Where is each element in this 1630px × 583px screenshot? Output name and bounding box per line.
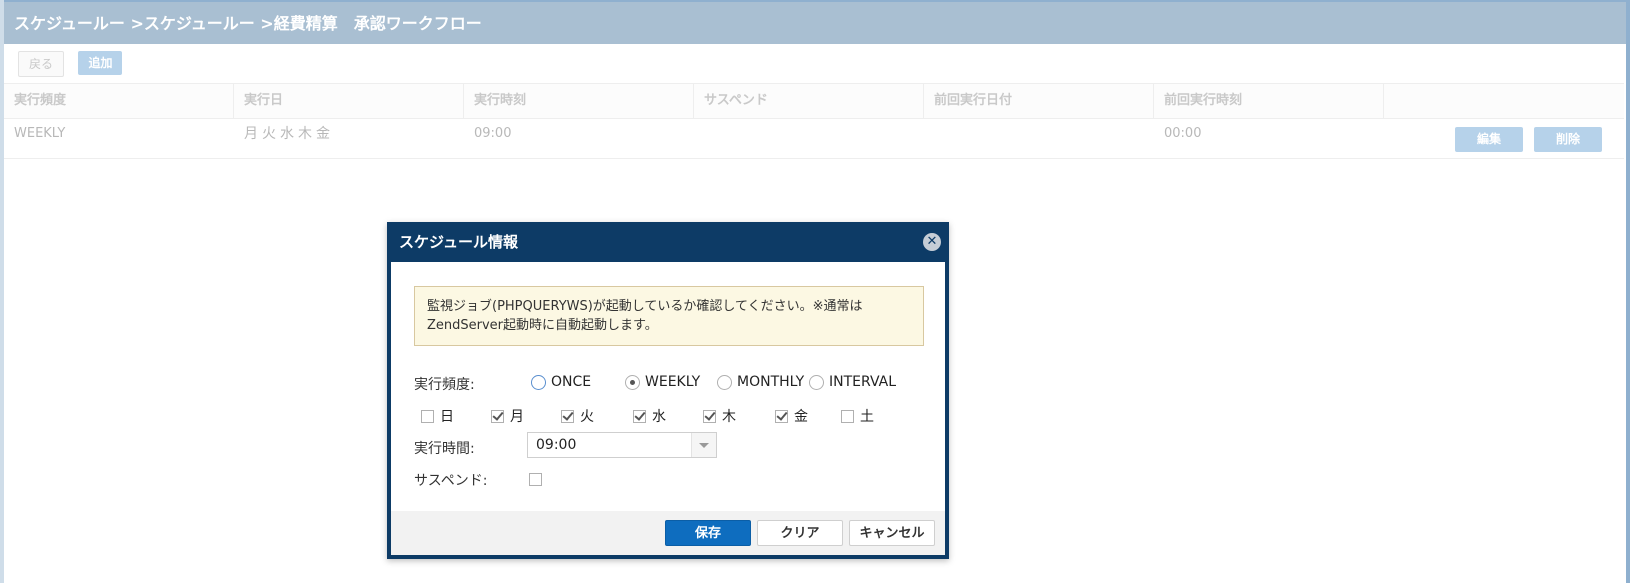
- day-friday[interactable]: 金: [775, 406, 808, 426]
- toolbar: 戻る 追加: [18, 51, 132, 77]
- radio-interval-button[interactable]: [809, 374, 824, 390]
- clear-button[interactable]: クリア: [757, 520, 843, 546]
- notice-box: 監視ジョブ(PHPQUERYWS)が起動しているか確認してください。※通常はZe…: [414, 286, 924, 346]
- time-select-value[interactable]: 09:00: [536, 437, 576, 453]
- schedule-table: 実行頻度 実行日 実行時刻 サスペンド 前回実行日付 前回実行時刻 WEEKLY…: [4, 83, 1624, 159]
- frequency-label: 実行頻度:: [414, 377, 475, 393]
- save-button[interactable]: 保存: [665, 520, 751, 546]
- header-suspend[interactable]: サスペンド: [694, 84, 924, 118]
- day-sunday[interactable]: 日: [421, 406, 454, 426]
- radio-monthly[interactable]: MONTHLY: [717, 374, 804, 390]
- header-day[interactable]: 実行日: [234, 84, 464, 118]
- cell-days: 月火水木金: [244, 126, 334, 142]
- radio-monthly-button[interactable]: [717, 374, 732, 390]
- day-monday[interactable]: 月: [491, 406, 524, 426]
- day-saturday[interactable]: 土: [841, 406, 874, 426]
- radio-weekly-label[interactable]: WEEKLY: [645, 374, 700, 390]
- day-wednesday[interactable]: 水: [633, 406, 666, 426]
- radio-once-button[interactable]: [531, 374, 546, 390]
- radio-weekly[interactable]: WEEKLY: [625, 374, 700, 390]
- cell-last-time: 00:00: [1164, 126, 1202, 141]
- table-header: 実行頻度 実行日 実行時刻 サスペンド 前回実行日付 前回実行時刻: [4, 83, 1624, 119]
- cancel-button[interactable]: キャンセル: [849, 520, 935, 546]
- time-select[interactable]: 09:00: [527, 432, 717, 458]
- header-frequency[interactable]: 実行頻度: [4, 84, 234, 118]
- header-time[interactable]: 実行時刻: [464, 84, 694, 118]
- day-tuesday-label[interactable]: 火: [580, 406, 594, 426]
- cell-frequency: WEEKLY: [14, 126, 66, 141]
- add-button[interactable]: 追加: [78, 51, 123, 75]
- day-sunday-checkbox[interactable]: [421, 409, 434, 423]
- dialog-title: スケジュール情報: [399, 233, 518, 251]
- suspend-checkbox[interactable]: [529, 473, 542, 486]
- day-wednesday-label[interactable]: 水: [652, 406, 666, 426]
- day-thursday-label[interactable]: 木: [722, 406, 736, 426]
- day-thursday-checkbox[interactable]: [703, 409, 716, 423]
- header-actions: [1384, 84, 1624, 118]
- day-thursday[interactable]: 木: [703, 406, 736, 426]
- radio-once-label[interactable]: ONCE: [551, 374, 591, 390]
- close-icon[interactable]: ✕: [923, 233, 941, 251]
- day-tuesday[interactable]: 火: [561, 406, 594, 426]
- suspend-label: サスペンド:: [414, 473, 488, 489]
- day-tuesday-checkbox[interactable]: [561, 409, 574, 423]
- dialog-footer: 保存 クリア キャンセル: [391, 511, 945, 555]
- day-sunday-label[interactable]: 日: [440, 406, 454, 426]
- radio-monthly-label[interactable]: MONTHLY: [737, 374, 804, 390]
- time-label: 実行時間:: [414, 441, 475, 457]
- schedule-dialog: スケジュール情報 ✕ 監視ジョブ(PHPQUERYWS)が起動しているか確認して…: [387, 222, 949, 559]
- radio-interval-label[interactable]: INTERVAL: [829, 374, 896, 390]
- radio-once[interactable]: ONCE: [531, 374, 591, 390]
- cell-last-date: [924, 119, 1154, 158]
- cell-suspend: [694, 119, 924, 158]
- back-button[interactable]: 戻る: [18, 51, 65, 77]
- day-wednesday-checkbox[interactable]: [633, 409, 646, 423]
- edit-button[interactable]: 編集: [1455, 127, 1523, 152]
- radio-weekly-button[interactable]: [625, 374, 640, 390]
- day-friday-label[interactable]: 金: [794, 406, 808, 426]
- header-last-date[interactable]: 前回実行日付: [924, 84, 1154, 118]
- chevron-down-icon[interactable]: [691, 433, 716, 457]
- day-saturday-label[interactable]: 土: [860, 406, 874, 426]
- day-saturday-checkbox[interactable]: [841, 409, 854, 423]
- cell-time: 09:00: [474, 126, 512, 141]
- window-scrollbar[interactable]: [1626, 0, 1630, 583]
- delete-button[interactable]: 削除: [1534, 127, 1602, 152]
- day-monday-checkbox[interactable]: [491, 409, 504, 423]
- day-monday-label[interactable]: 月: [510, 406, 524, 426]
- radio-interval[interactable]: INTERVAL: [809, 374, 896, 390]
- breadcrumb: スケジュールー >スケジュールー >経費精算 承認ワークフロー: [4, 0, 1626, 44]
- dialog-header[interactable]: スケジュール情報 ✕: [387, 222, 949, 262]
- day-friday-checkbox[interactable]: [775, 409, 788, 423]
- table-row[interactable]: WEEKLY 月火水木金 09:00 00:00 編集 削除: [4, 119, 1624, 159]
- header-last-time[interactable]: 前回実行時刻: [1154, 84, 1384, 118]
